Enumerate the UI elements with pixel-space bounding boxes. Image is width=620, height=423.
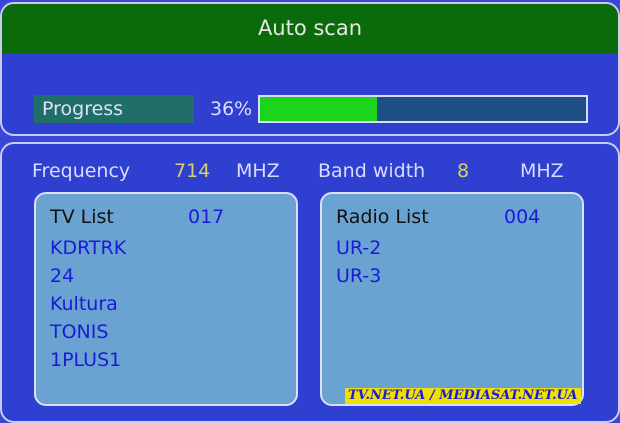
radio-channel-item[interactable]: UR-3 <box>336 262 381 290</box>
scan-details-panel: Frequency 714 MHZ Band width 8 MHZ TV Li… <box>0 142 620 423</box>
tv-channel-list: KDRTRK 24 Kultura TONIS 1PLUS1 <box>50 234 126 374</box>
tv-channel-item[interactable]: TONIS <box>50 318 126 346</box>
tv-list-count: 017 <box>188 206 225 228</box>
frequency-unit: MHZ <box>236 160 280 182</box>
progress-percent: 36% <box>210 98 253 120</box>
tv-channel-item[interactable]: 24 <box>50 262 126 290</box>
frequency-label: Frequency <box>32 160 131 182</box>
auto-scan-header-panel: Auto scan Progress 36% <box>0 2 620 136</box>
radio-channel-item[interactable]: UR-2 <box>336 234 381 262</box>
progress-bar <box>258 95 588 123</box>
bandwidth-label: Band width <box>318 160 426 182</box>
progress-label: Progress <box>34 95 194 123</box>
progress-bar-fill <box>260 97 378 121</box>
tv-channel-item[interactable]: Kultura <box>50 290 126 318</box>
radio-list-count: 004 <box>504 206 541 228</box>
tv-channel-item[interactable]: KDRTRK <box>50 234 126 262</box>
tv-list-box: TV List 017 KDRTRK 24 Kultura TONIS 1PLU… <box>34 192 298 406</box>
radio-list-title: Radio List <box>336 206 429 228</box>
tv-channel-item[interactable]: 1PLUS1 <box>50 346 126 374</box>
bandwidth-unit: MHZ <box>520 160 564 182</box>
title-bar: Auto scan <box>2 4 618 54</box>
radio-channel-list: UR-2 UR-3 <box>336 234 381 290</box>
tv-list-title: TV List <box>50 206 114 228</box>
radio-list-box: Radio List 004 UR-2 UR-3 <box>320 192 584 406</box>
bandwidth-value: 8 <box>457 160 470 182</box>
frequency-value: 714 <box>174 160 211 182</box>
watermark: TV.NET.UA / MEDIASAT.NET.UA <box>345 388 581 404</box>
window-title: Auto scan <box>257 16 363 40</box>
